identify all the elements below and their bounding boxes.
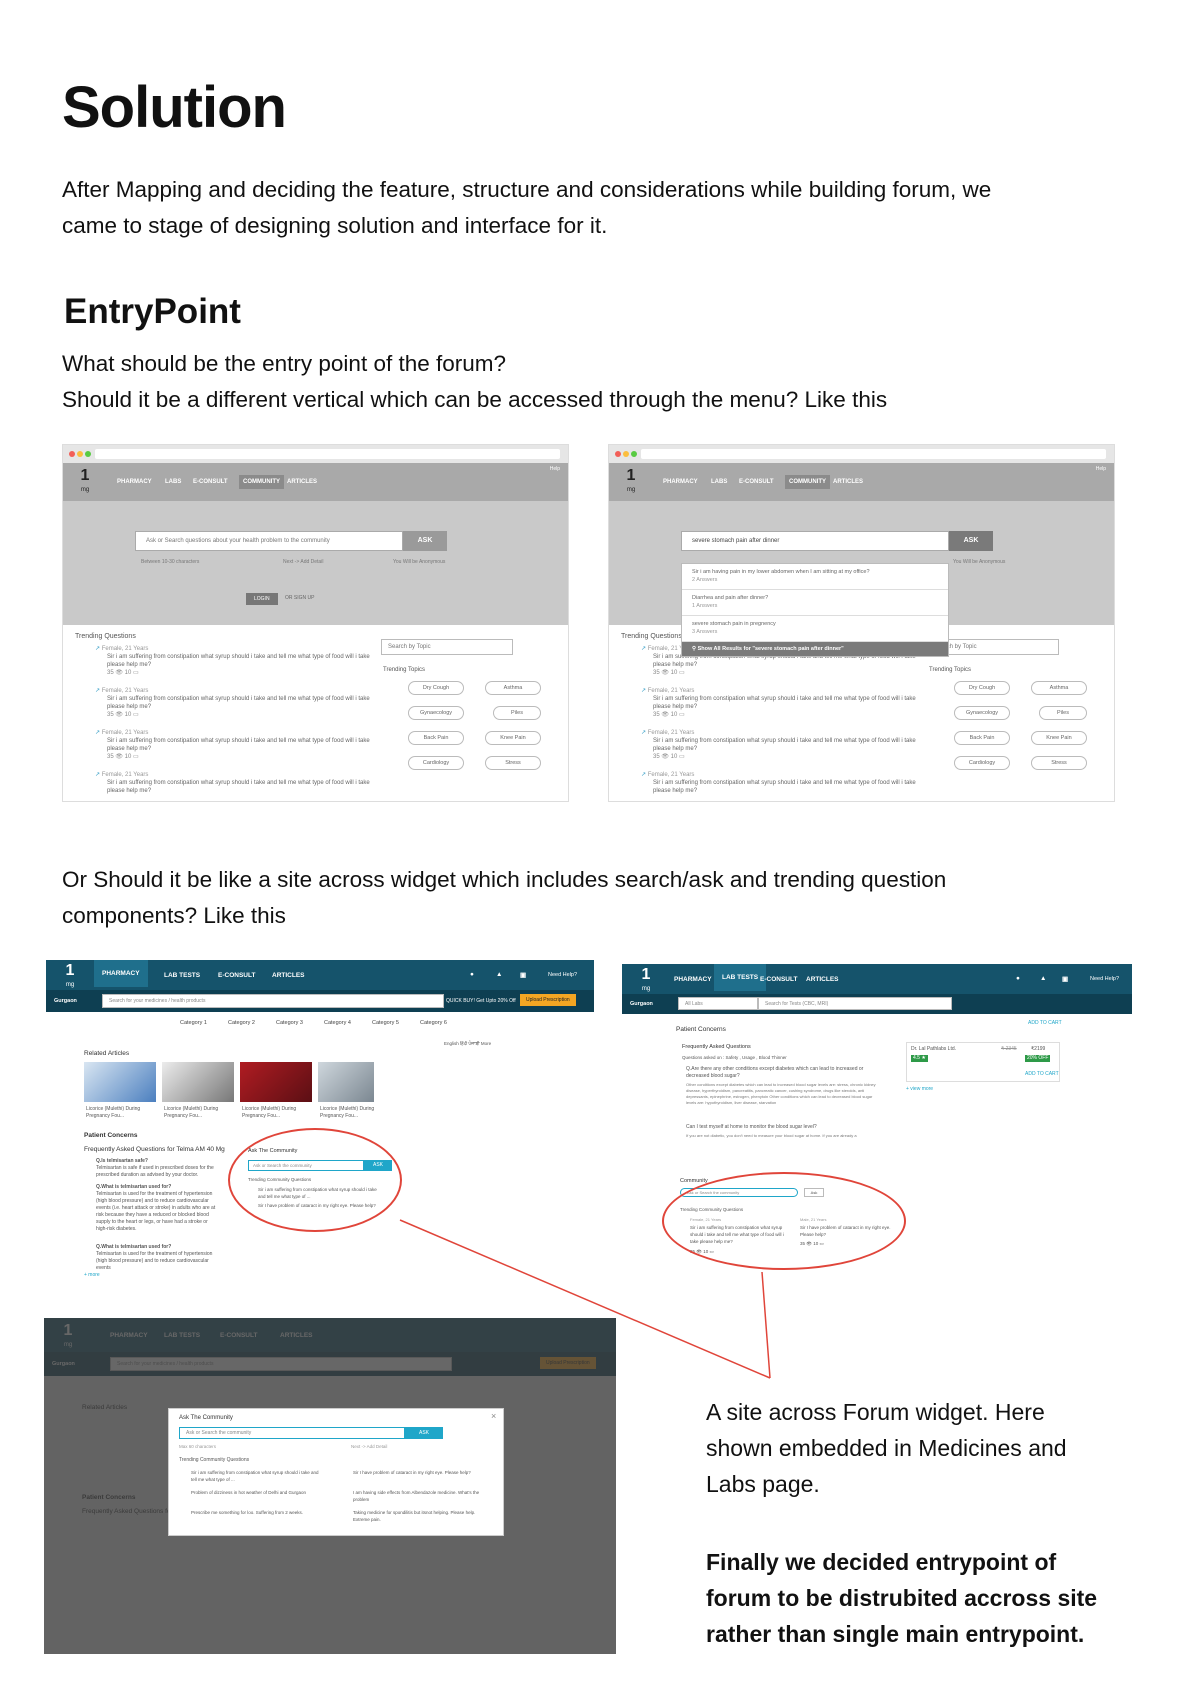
modal-trending-heading: Trending Community Questions <box>179 1457 250 1463</box>
trending-question[interactable]: Sir I have problem of cataract in my rig… <box>353 1469 483 1476</box>
modal-title: Ask The Community <box>179 1415 233 1421</box>
caption-line-3: Labs page. <box>706 1471 820 1497</box>
trending-question[interactable]: Prescribe me something for loo. Sufferin… <box>191 1509 321 1516</box>
trending-question[interactable]: Taking medicine for spondilitis but itsn… <box>353 1509 483 1523</box>
trending-question[interactable]: Problem of dizziness in hot weather of D… <box>191 1489 321 1496</box>
modal-hint-left: Max 60 characters <box>179 1444 217 1449</box>
modal-ask-button[interactable]: ASK <box>405 1427 443 1439</box>
conclusion-line-1: Finally we decided entrypoint of <box>706 1549 1057 1575</box>
conclusion-line-2: forum to be distrubited accross site <box>706 1585 1098 1611</box>
ask-community-modal: Ask The Community × Ask or Search the co… <box>168 1408 504 1536</box>
modal-hint-right: Next -> Add Detail <box>351 1444 388 1449</box>
trending-question[interactable]: I am having side effects from Albendazol… <box>353 1489 483 1503</box>
caption-line-2: shown embedded in Medicines and <box>706 1435 1067 1461</box>
conclusion-line-3: rather than single main entrypoint. <box>706 1621 1085 1647</box>
modal-page-mockup: 1mg PHARMACY LAB TESTS E-CONSULT ARTICLE… <box>44 1318 616 1654</box>
caption-line-1: A site across Forum widget. Here <box>706 1399 1045 1425</box>
close-icon[interactable]: × <box>491 1411 496 1421</box>
trending-question[interactable]: Sir i am suffering from constipation wha… <box>191 1469 321 1483</box>
modal-ask-input[interactable]: Ask or Search the community <box>179 1427 405 1439</box>
